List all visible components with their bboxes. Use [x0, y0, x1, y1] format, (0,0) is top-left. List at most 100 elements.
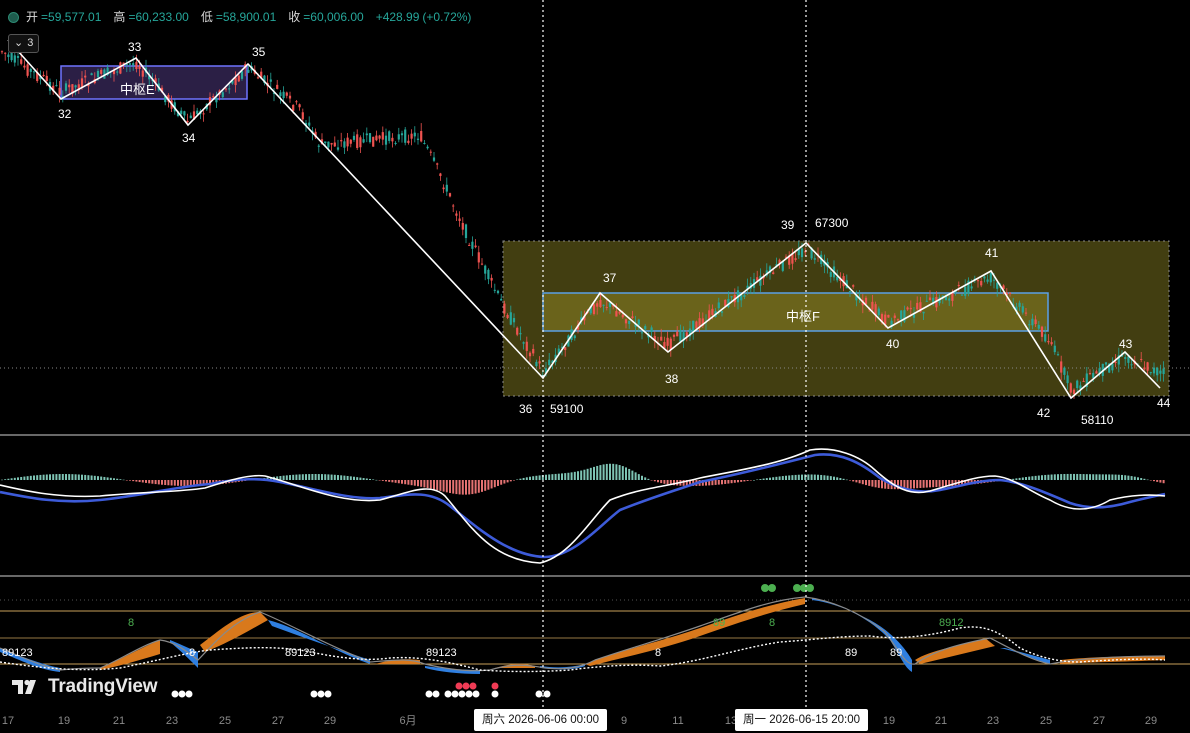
macd-hist-bar [1012, 478, 1015, 480]
candle-body [212, 96, 215, 98]
macd-hist-bar [938, 480, 941, 487]
macd-hist-bar [1015, 478, 1018, 480]
candle-body [887, 314, 890, 318]
pivot-label-39: 39 [781, 218, 795, 232]
candle-body [1040, 326, 1044, 337]
macd-hist-bar [599, 465, 602, 480]
candle-body [189, 115, 192, 119]
macd-hist-bar [116, 478, 119, 480]
price-label-59100: 59100 [550, 402, 584, 416]
candle-body [340, 140, 343, 142]
macd-hist-bar [881, 480, 883, 489]
macd-hist-bar [650, 480, 653, 481]
candle-body [96, 70, 100, 78]
macd-hist-bar [506, 480, 509, 483]
candle-body [26, 64, 29, 76]
macd-hist-bar [452, 480, 455, 494]
candle-body [1092, 372, 1095, 378]
candle-body [234, 77, 237, 86]
candle-body [45, 75, 48, 81]
candle-body [349, 139, 352, 144]
candle-body [74, 85, 77, 88]
macd-hist-bar [909, 480, 912, 489]
macd-hist-bar [23, 476, 26, 480]
macd-hist-bar [1069, 473, 1072, 480]
macd-hist-bar [605, 463, 608, 480]
macd-hist-bar [1156, 480, 1159, 482]
candle-body [1095, 371, 1098, 374]
macd-hist-bar [1063, 473, 1066, 480]
ind-label-green-8912: 8912 [939, 617, 963, 629]
candle-body [1024, 312, 1028, 314]
macd-hist-bar [516, 479, 519, 480]
macd-hist-bar [829, 476, 832, 480]
macd-dif-line [0, 448, 1166, 564]
macd-hist-bar [397, 480, 400, 484]
macd-hist-bar [33, 475, 35, 480]
candle-body [116, 71, 119, 73]
macd-hist-bar [855, 480, 858, 483]
candle-body [922, 311, 925, 314]
indicators-collapse-button[interactable]: ⌄ 3 [8, 34, 40, 53]
macd-hist-bar [561, 473, 563, 480]
macd-hist-bar [826, 475, 829, 480]
candle-body [500, 298, 503, 301]
macd-hist-bar [762, 478, 765, 480]
macd-hist-bar [877, 480, 880, 488]
candle-body [1140, 358, 1143, 360]
candle-body [468, 244, 471, 246]
macd-hist-bar [468, 480, 471, 495]
candle-body [637, 319, 640, 325]
macd-hist-bar [753, 479, 755, 481]
macd-hist-bar [1037, 475, 1040, 480]
x-axis-tick: 29 [324, 715, 336, 727]
candle-body [1037, 324, 1040, 329]
candle-body [10, 52, 13, 61]
x-axis-tick: 29 [1145, 715, 1157, 727]
zone-f-label: 中枢F [786, 309, 820, 324]
macd-hist-bar [714, 480, 717, 485]
candle-body [132, 63, 135, 66]
tradingview-logo[interactable]: TradingView [12, 676, 158, 698]
candle-body [951, 292, 954, 301]
candle-body [506, 314, 509, 318]
macd-hist-bar [308, 474, 311, 480]
candle-body [186, 120, 189, 123]
macd-hist-bar [545, 474, 547, 480]
pivot-label-34: 34 [182, 131, 196, 145]
candle-body [1159, 370, 1162, 374]
ohlc-legend: 开 =59,577.01 高 =60,233.00 低 =58,900.01 收 =60… [8, 9, 471, 25]
macd-hist-bar [157, 480, 160, 485]
candle-body [1053, 345, 1056, 353]
macd-hist-bar [1050, 474, 1053, 480]
macd-hist-bar [356, 477, 359, 480]
candle-body [1130, 364, 1133, 366]
candle-body [141, 70, 144, 77]
candle-body [442, 187, 445, 190]
candle-body [621, 314, 624, 318]
macd-hist-bar [490, 480, 493, 489]
x-axis-tick: 19 [58, 715, 70, 727]
macd-hist-bar [145, 480, 147, 483]
macd-hist-bar [618, 465, 621, 480]
macd-hist-bar [285, 475, 288, 480]
candle-body [512, 318, 516, 323]
chart-canvas[interactable]: 32 33 34 35 36 37 38 39 40 41 42 43 44 6… [0, 0, 1190, 733]
candle-body [416, 138, 420, 140]
candle-body [372, 136, 375, 147]
macd-hist-bar [525, 477, 528, 480]
candle-body [327, 141, 330, 148]
macd-hist-bar [1162, 480, 1165, 484]
macd-hist-bar [801, 474, 803, 480]
macd-hist-bar [17, 477, 19, 480]
macd-hist-bar [77, 474, 80, 480]
macd-hist-bar [1031, 476, 1034, 480]
candle-body [1143, 367, 1146, 370]
candle-body [384, 135, 388, 145]
macd-hist-bar [65, 474, 67, 480]
candle-body [957, 284, 960, 286]
candle-body [391, 137, 394, 142]
candle-body [359, 137, 362, 148]
candle-body [16, 56, 20, 58]
candle-body [672, 334, 676, 337]
